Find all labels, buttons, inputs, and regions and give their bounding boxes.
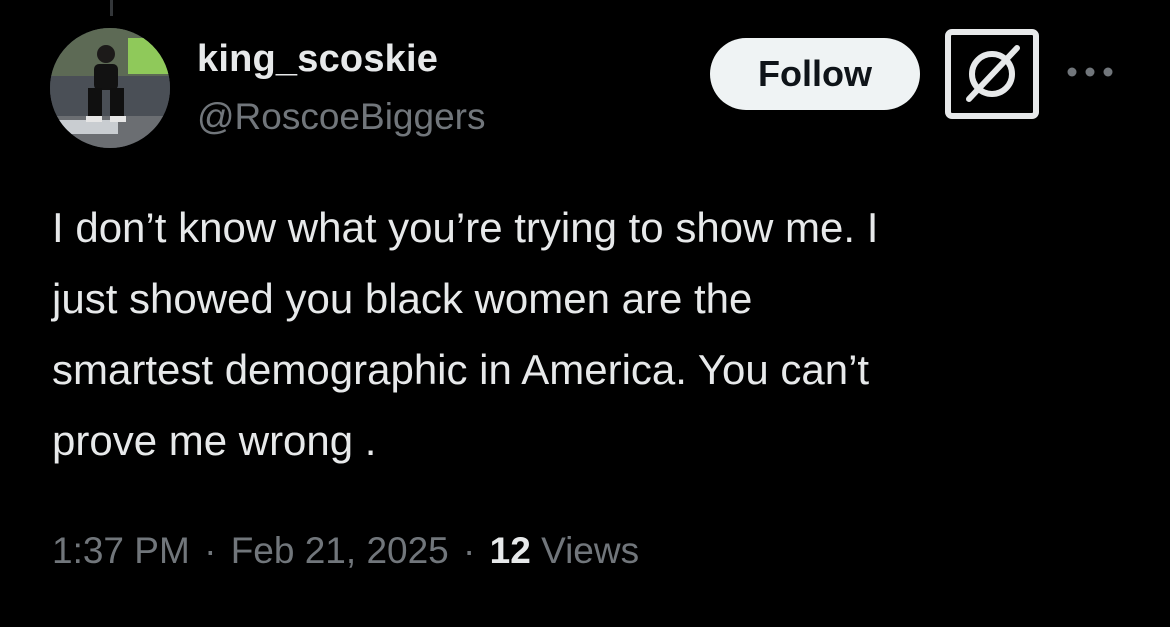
avatar-photo <box>50 28 170 148</box>
grok-button[interactable] <box>945 29 1039 119</box>
grok-icon <box>945 29 1039 119</box>
more-dots-icon <box>1067 67 1113 77</box>
meta-separator: · <box>204 530 217 571</box>
tweet-date[interactable]: Feb 21, 2025 <box>231 530 449 571</box>
meta-separator: · <box>463 530 476 571</box>
avatar[interactable] <box>50 28 170 148</box>
views-count[interactable]: 12 <box>490 530 531 571</box>
tweet-text-line: just showed you black women are the <box>52 275 753 322</box>
author-handle[interactable]: @RoscoeBiggers <box>197 96 485 138</box>
tweet-meta: 1:37 PM · Feb 21, 2025 · 12 Views <box>52 530 639 572</box>
tweet-text: I don’t know what you’re trying to show … <box>52 192 1132 476</box>
tweet-text-line: smartest demographic in America. You can… <box>52 346 870 393</box>
tweet-time[interactable]: 1:37 PM <box>52 530 190 571</box>
thread-connector-line <box>110 0 113 16</box>
views-label[interactable]: Views <box>541 530 639 571</box>
author-display-name[interactable]: king_scoskie <box>197 38 438 81</box>
tweet-text-line: prove me wrong . <box>52 417 377 464</box>
tweet-text-line: I don’t know what you’re trying to show … <box>52 204 879 251</box>
more-options-button[interactable] <box>1064 60 1116 84</box>
follow-button[interactable]: Follow <box>710 38 920 110</box>
